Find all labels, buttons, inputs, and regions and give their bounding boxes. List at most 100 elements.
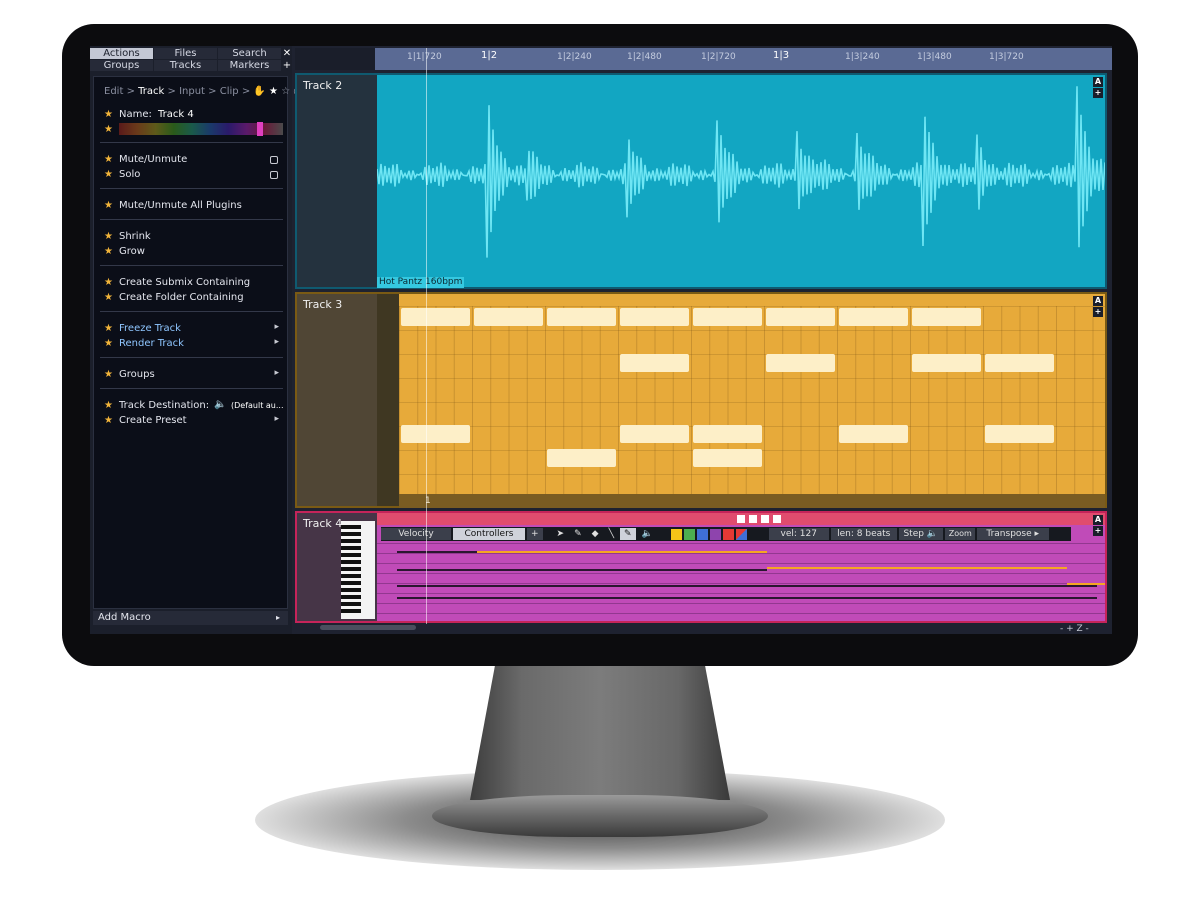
track-2-header[interactable]: Track 2 [297,75,377,287]
horizontal-scrollbar[interactable] [320,625,416,630]
piano-black-key[interactable] [341,588,361,592]
star-icon[interactable]: ★ [104,292,113,303]
piano-black-key[interactable] [341,525,361,529]
star-icon[interactable]: ★ [104,400,113,411]
action-freeze-track[interactable]: ★ Freeze Track ▸ [94,322,287,337]
track-3-header[interactable]: Track 3 [297,294,377,506]
add-plugin-button[interactable]: + [1093,88,1103,98]
star-icon[interactable]: ★ [104,277,113,288]
add-plugin-button[interactable]: + [1093,307,1103,317]
submenu-arrow-icon[interactable]: ▸ [274,322,279,332]
track-2[interactable]: Track 2 Hot Pantz 160bpm A + [295,73,1107,289]
midi-note[interactable] [401,425,470,443]
brush-tool-icon[interactable]: ✎ [619,528,636,540]
eraser-tool-icon[interactable]: ◆ [588,528,603,540]
star-outline-icon[interactable]: ☆ [281,86,290,97]
tab-tracks[interactable]: Tracks [154,60,217,71]
colour-swatch-multi[interactable] [735,528,747,540]
midi-note[interactable] [474,308,543,326]
piano-keyboard[interactable] [341,521,375,619]
midi-note[interactable] [620,354,689,372]
pencil-tool-icon[interactable]: ✎ [570,528,586,540]
crumb-edit[interactable]: Edit [104,86,123,97]
colour-swatch-yellow[interactable] [670,528,682,540]
submenu-arrow-icon[interactable]: ▸ [274,368,279,378]
colour-swatch-green[interactable] [683,528,695,540]
piano-black-key[interactable] [341,539,361,543]
star-icon[interactable]: ★ [104,169,113,180]
action-create-preset[interactable]: ★ Create Preset ▸ [94,414,287,429]
hand-icon[interactable]: ✋ [253,86,265,97]
piano-black-key[interactable] [341,609,361,613]
tab-markers[interactable]: Markers [218,60,281,71]
controller-event[interactable] [477,551,767,553]
action-grow[interactable]: ★ Grow [94,245,287,260]
midi-note[interactable] [985,354,1054,372]
midi-note[interactable] [766,354,835,372]
action-name[interactable]: ★ Name: Track 4 [94,108,287,123]
midi-note[interactable] [839,308,908,326]
mute-checkbox[interactable] [270,156,278,164]
star-icon[interactable]: ★ [104,124,113,135]
midi-note[interactable] [693,449,762,467]
midi-note[interactable] [985,425,1054,443]
midi-clip-handle[interactable] [377,294,399,506]
square-icon[interactable] [737,515,745,523]
star-icon[interactable]: ★ [104,109,113,120]
tab-search[interactable]: Search [218,48,281,59]
piano-black-key[interactable] [341,574,361,578]
tab-groups[interactable]: Groups [90,60,153,71]
star-filled-icon[interactable]: ★ [269,86,278,97]
action-mute[interactable]: ★ Mute/Unmute [94,153,287,168]
star-icon[interactable]: ★ [104,369,113,380]
automation-button[interactable]: A [1093,296,1103,306]
audio-clip-label[interactable]: Hot Pantz 160bpm [377,277,465,288]
controller-lanes[interactable] [377,543,1105,619]
pointer-tool-icon[interactable]: ➤ [553,528,569,540]
zoom-button[interactable]: Zoom [944,528,975,540]
controller-line[interactable] [397,569,767,571]
zoom-controls[interactable]: - + Z - [1060,624,1089,634]
automation-button[interactable]: A [1093,515,1103,525]
piano-black-key[interactable] [341,595,361,599]
midi-note[interactable] [693,425,762,443]
velocity-tab[interactable]: Velocity [381,528,451,540]
star-icon[interactable]: ★ [104,200,113,211]
action-create-folder[interactable]: ★ Create Folder Containing [94,291,287,306]
add-plugin-button[interactable]: + [1093,526,1103,536]
star-icon[interactable]: ★ [104,154,113,165]
controller-line[interactable] [397,585,1097,587]
piano-black-key[interactable] [341,560,361,564]
crumb-clip[interactable]: Clip [220,86,239,97]
playhead-cursor[interactable] [426,48,427,624]
piano-black-key[interactable] [341,532,361,536]
midi-note[interactable] [401,308,470,326]
length-readout[interactable]: len: 8 beats [830,528,897,540]
star-icon[interactable]: ★ [104,246,113,257]
piano-black-key[interactable] [341,567,361,571]
step-button[interactable]: Step 🔈 [898,528,943,540]
piano-black-key[interactable] [341,581,361,585]
star-icon[interactable]: ★ [104,338,113,349]
add-controller-button[interactable]: + [527,528,543,540]
action-solo[interactable]: ★ Solo [94,168,287,183]
crumb-track[interactable]: Track [138,86,164,97]
action-track-destination[interactable]: ★ Track Destination: 🔈 (Default au... [94,399,287,414]
colour-swatch-purple[interactable] [709,528,721,540]
file-icon[interactable] [773,515,781,523]
action-mute-plugins[interactable]: ★ Mute/Unmute All Plugins [94,199,287,214]
midi-note[interactable] [693,308,762,326]
star-icon[interactable]: ★ [104,231,113,242]
submenu-arrow-icon[interactable]: ▸ [274,414,279,424]
colour-swatch-red[interactable] [722,528,734,540]
midi-note[interactable] [912,308,981,326]
piano-black-key[interactable] [341,602,361,606]
tab-actions[interactable]: Actions [90,48,153,59]
track-colour-palette[interactable] [119,122,283,136]
line-tool-icon[interactable]: ╲ [605,528,618,540]
audition-speaker-icon[interactable]: 🔈 [638,528,657,540]
controller-event[interactable] [1067,583,1105,585]
solo-checkbox[interactable] [270,171,278,179]
copy-icon[interactable] [749,515,757,523]
automation-button[interactable]: A [1093,77,1103,87]
